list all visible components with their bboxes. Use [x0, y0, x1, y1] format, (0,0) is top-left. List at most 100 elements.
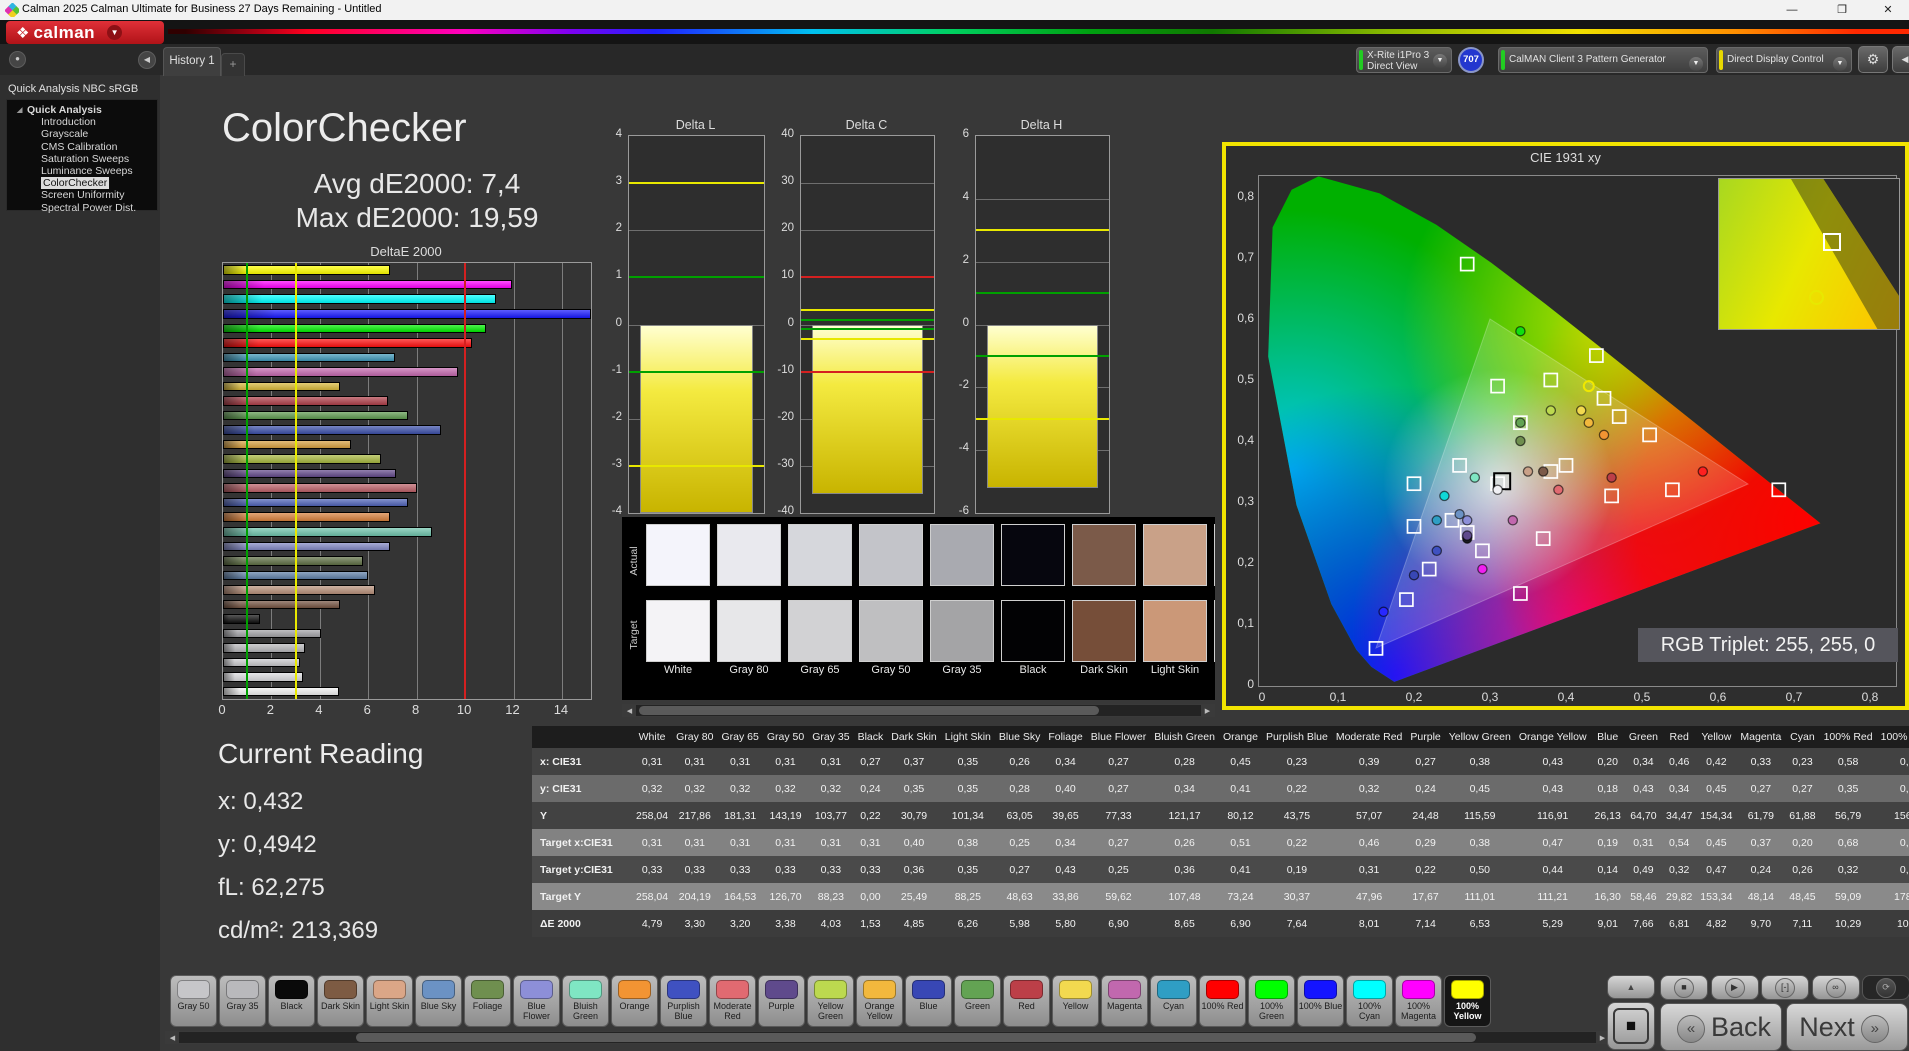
tree-root-quick-analysis[interactable]: ◢ Quick Analysis [7, 104, 157, 116]
table-cell: 88,25 [954, 890, 981, 903]
table-cell: 0,40 [903, 836, 925, 849]
display-control-dropdown[interactable]: Direct Display Control ▼ [1716, 47, 1852, 73]
patch-strip-scrollbar[interactable]: ◀ ▶ [165, 1031, 1610, 1044]
patch-button-green[interactable]: Green [954, 975, 1001, 1027]
patch-button-yellow[interactable]: Yellow [1052, 975, 1099, 1027]
table-cell: 59,09 [1834, 890, 1862, 903]
delta-y-tick: 2 [615, 222, 622, 235]
patch-button-light-skin[interactable]: Light Skin [366, 975, 413, 1027]
patch-button-100-magenta[interactable]: 100% Magenta [1395, 975, 1442, 1027]
sidebar-item-screen-uniformity[interactable]: Screen Uniformity [7, 189, 157, 201]
continuous-measure-button[interactable]: ∞ [1811, 975, 1860, 1000]
tab-history-1[interactable]: History 1 [163, 47, 221, 76]
patch-button-100-red[interactable]: 100% Red [1199, 975, 1246, 1027]
scroll-right-icon[interactable]: ▶ [1201, 705, 1214, 716]
back-button[interactable]: «Back [1660, 1003, 1782, 1051]
play-button[interactable]: ▶ [1710, 975, 1759, 1000]
table-cell: 164,53 [724, 890, 757, 903]
patch-button-100-yellow[interactable]: 100% Yellow [1444, 975, 1491, 1027]
table-cell: 0,22 [1286, 836, 1308, 849]
measured-point [1431, 515, 1443, 526]
workflow-options-button[interactable]: ● [9, 51, 26, 68]
strip-collapse-button[interactable]: ▲ [1607, 975, 1655, 999]
patch-button-gray-50[interactable]: Gray 50 [170, 975, 217, 1027]
patch-button-blue-sky[interactable]: Blue Sky [415, 975, 462, 1027]
collapse-sidebar-button[interactable]: ◀ [138, 51, 156, 69]
meter-count-badge[interactable]: 707 [1458, 47, 1484, 73]
patch-button-gray-35[interactable]: Gray 35 [219, 975, 266, 1027]
scrollbar-thumb[interactable] [639, 706, 1099, 715]
table-cell: 0,47 [1542, 836, 1563, 849]
measured-point [1461, 515, 1473, 526]
deltae-x-tick: 8 [412, 702, 420, 717]
patch-button-moderate-red[interactable]: Moderate Red [709, 975, 756, 1027]
minimize-button[interactable]: — [1775, 0, 1809, 20]
sidebar-item-cms-calibration[interactable]: CMS Calibration [7, 141, 157, 153]
scroll-left-icon[interactable]: ◀ [623, 705, 636, 716]
close-button[interactable]: ✕ [1871, 0, 1905, 20]
sidebar-item-introduction[interactable]: Introduction [7, 116, 157, 128]
patch-button-100-cyan[interactable]: 100% Cyan [1346, 975, 1393, 1027]
restore-button[interactable]: ❐ [1825, 0, 1859, 20]
pattern-window-button[interactable]: [-] [1761, 975, 1809, 1000]
stop-pattern-button[interactable]: ■ [1607, 1002, 1655, 1050]
sidebar-item-saturation-sweeps[interactable]: Saturation Sweeps [7, 153, 157, 165]
sync-button[interactable]: ⟳ [1862, 975, 1909, 1000]
patch-button-yellow-green[interactable]: Yellow Green [807, 975, 854, 1027]
next-button[interactable]: Next» [1786, 1003, 1908, 1051]
patch-button-black[interactable]: Black [268, 975, 315, 1027]
deltae-bar-100-blue [223, 309, 591, 319]
patch-button-cyan[interactable]: Cyan [1150, 975, 1197, 1027]
patch-button-100-green[interactable]: 100% Green [1248, 975, 1295, 1027]
measured-point [1515, 435, 1526, 447]
meter-dropdown[interactable]: X-Rite i1Pro 3 Direct View ▼ [1356, 47, 1452, 73]
pattern-generator-dropdown[interactable]: CalMAN Client 3 Pattern Generator ▼ [1498, 47, 1708, 73]
chevron-down-icon[interactable]: ▼ [1833, 57, 1847, 71]
patch-button-orange-yellow[interactable]: Orange Yellow [856, 975, 903, 1027]
patch-button-dark-skin[interactable]: Dark Skin [317, 975, 364, 1027]
calman-logo-text: calman [33, 22, 96, 42]
table-col-header: Orange Yellow [1514, 726, 1591, 748]
table-cell: 0,28 [1009, 782, 1030, 795]
table-cell: 5,80 [1055, 917, 1076, 930]
patch-button-bluish-green[interactable]: Bluish Green [562, 975, 609, 1027]
calman-logo-menu[interactable]: ❖ calman ▼ [6, 21, 164, 44]
table-cell: 0,35 [957, 755, 979, 768]
patch-button-orange[interactable]: Orange [611, 975, 658, 1027]
table-cell: 0,22 [1286, 782, 1308, 795]
patch-button-red[interactable]: Red [1003, 975, 1050, 1027]
sidebar-item-spectral-power-dist-[interactable]: Spectral Power Dist. [7, 202, 157, 214]
table-cell: 73,24 [1227, 890, 1254, 903]
chevron-down-icon[interactable]: ▼ [1689, 57, 1703, 71]
table-cell: 0,58 [1837, 755, 1859, 768]
patch-button-purple[interactable]: Purple [758, 975, 805, 1027]
deltae-bar-100-cyan [223, 294, 497, 304]
delta-y-tick: -6 [958, 505, 969, 517]
sidebar-item-colorchecker[interactable]: ColorChecker [7, 177, 157, 190]
deltae-bar-white [223, 686, 339, 697]
stop-button[interactable]: ■ [1660, 975, 1708, 1000]
sidebar-item-luminance-sweeps[interactable]: Luminance Sweeps [7, 165, 157, 177]
delta-y-tick: 0 [615, 316, 622, 329]
gear-icon[interactable]: ⚙ [1858, 46, 1888, 73]
patch-button-foliage[interactable]: Foliage [464, 975, 511, 1027]
add-tab-button[interactable]: + [221, 53, 245, 76]
patch-button-blue-flower[interactable]: Blue Flower [513, 975, 560, 1027]
sidebar-item-grayscale[interactable]: Grayscale [7, 128, 157, 140]
table-cell: 111,21 [1537, 890, 1568, 903]
scrollbar-thumb[interactable] [356, 1033, 1476, 1042]
table-cell: 0,51 [1230, 836, 1251, 849]
patch-button-purplish-blue[interactable]: Purplish Blue [660, 975, 707, 1027]
table-cell: 0,33 [1750, 755, 1772, 768]
chevron-down-icon[interactable]: ▼ [1433, 54, 1447, 68]
logo-caret-icon[interactable]: ▼ [107, 25, 123, 40]
collapse-panel-button[interactable]: ◀ [1892, 46, 1909, 73]
patch-button-magenta[interactable]: Magenta [1101, 975, 1148, 1027]
table-cell: 0,33 [820, 863, 842, 876]
swatch-scrollbar[interactable]: ◀ ▶ [622, 704, 1215, 717]
scroll-left-icon[interactable]: ◀ [166, 1032, 179, 1043]
patch-button-blue[interactable]: Blue [905, 975, 952, 1027]
deltae-chart [222, 262, 592, 700]
patch-button-100-blue[interactable]: 100% Blue [1297, 975, 1344, 1027]
table-cell: 0,37 [1750, 836, 1772, 849]
